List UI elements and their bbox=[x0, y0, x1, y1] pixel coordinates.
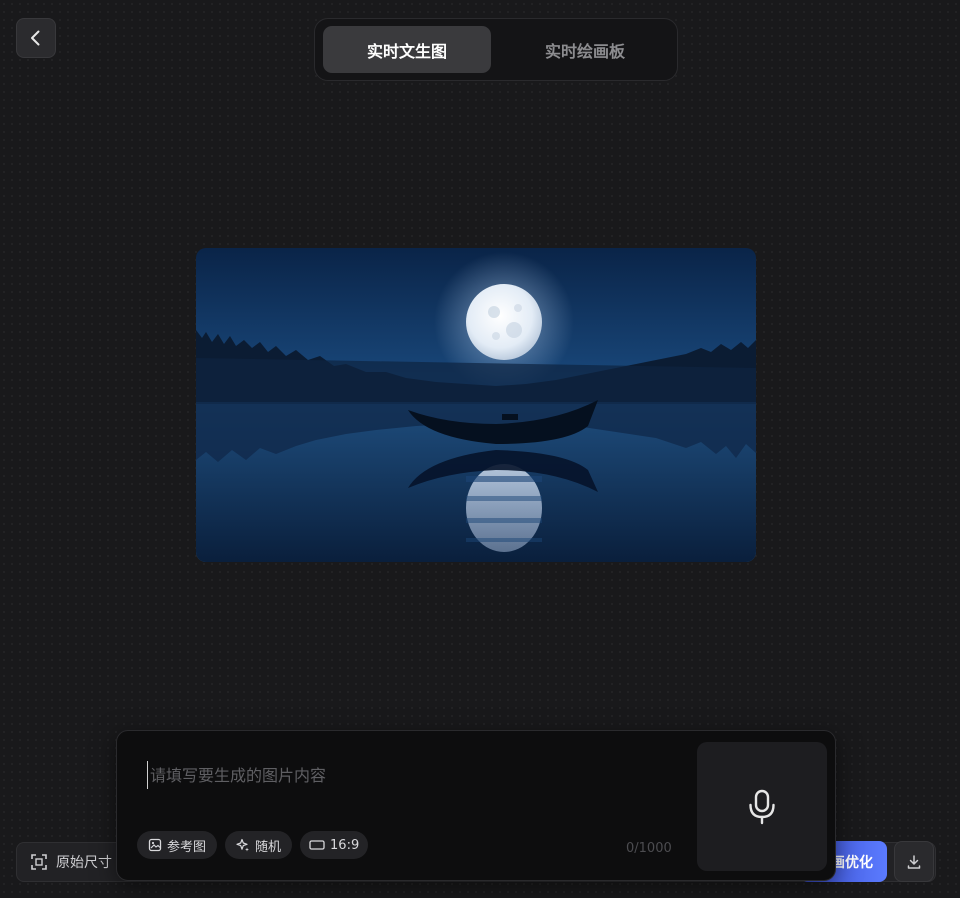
generated-image-preview[interactable] bbox=[196, 248, 756, 562]
moonlit-lake-boat-image bbox=[196, 248, 756, 562]
download-button[interactable] bbox=[894, 841, 934, 882]
voice-input-button[interactable] bbox=[697, 742, 827, 871]
image-plus-icon bbox=[148, 838, 162, 852]
fit-frame-icon bbox=[31, 854, 47, 870]
microphone-icon bbox=[749, 789, 775, 824]
tab-realtime-text-to-image[interactable]: 实时文生图 bbox=[323, 26, 491, 73]
chevron-left-icon bbox=[31, 30, 40, 46]
back-button[interactable] bbox=[16, 18, 56, 58]
tab-realtime-drawing-board[interactable]: 实时绘画板 bbox=[501, 26, 669, 73]
reference-image-button[interactable]: 参考图 bbox=[137, 831, 218, 859]
optimize-label: 画优化 bbox=[831, 854, 873, 871]
character-count: 0/1000 bbox=[626, 841, 672, 856]
aspect-ratio-label: 16:9 bbox=[330, 837, 360, 853]
original-size-label: 原始尺寸 bbox=[56, 855, 112, 871]
reference-image-label: 参考图 bbox=[167, 839, 207, 855]
sparkle-icon bbox=[236, 838, 250, 852]
aspect-ratio-button[interactable]: 16:9 bbox=[300, 831, 369, 859]
prompt-input[interactable] bbox=[147, 761, 687, 789]
random-label: 随机 bbox=[255, 839, 282, 855]
prompt-panel: 参考图 随机 16:9 0/1000 bbox=[116, 730, 836, 881]
download-icon bbox=[907, 854, 921, 869]
app-stage: 实时文生图 实时绘画板 原始尺寸 画优化 请填写要生成的图片内容 参考图 随机 … bbox=[0, 0, 960, 898]
prompt-option-chips: 参考图 随机 16:9 bbox=[137, 831, 369, 859]
original-size-button[interactable]: 原始尺寸 bbox=[30, 850, 112, 874]
rectangle-icon bbox=[309, 840, 325, 850]
mode-tabs: 实时文生图 实时绘画板 bbox=[314, 18, 678, 81]
random-button[interactable]: 随机 bbox=[225, 831, 293, 859]
